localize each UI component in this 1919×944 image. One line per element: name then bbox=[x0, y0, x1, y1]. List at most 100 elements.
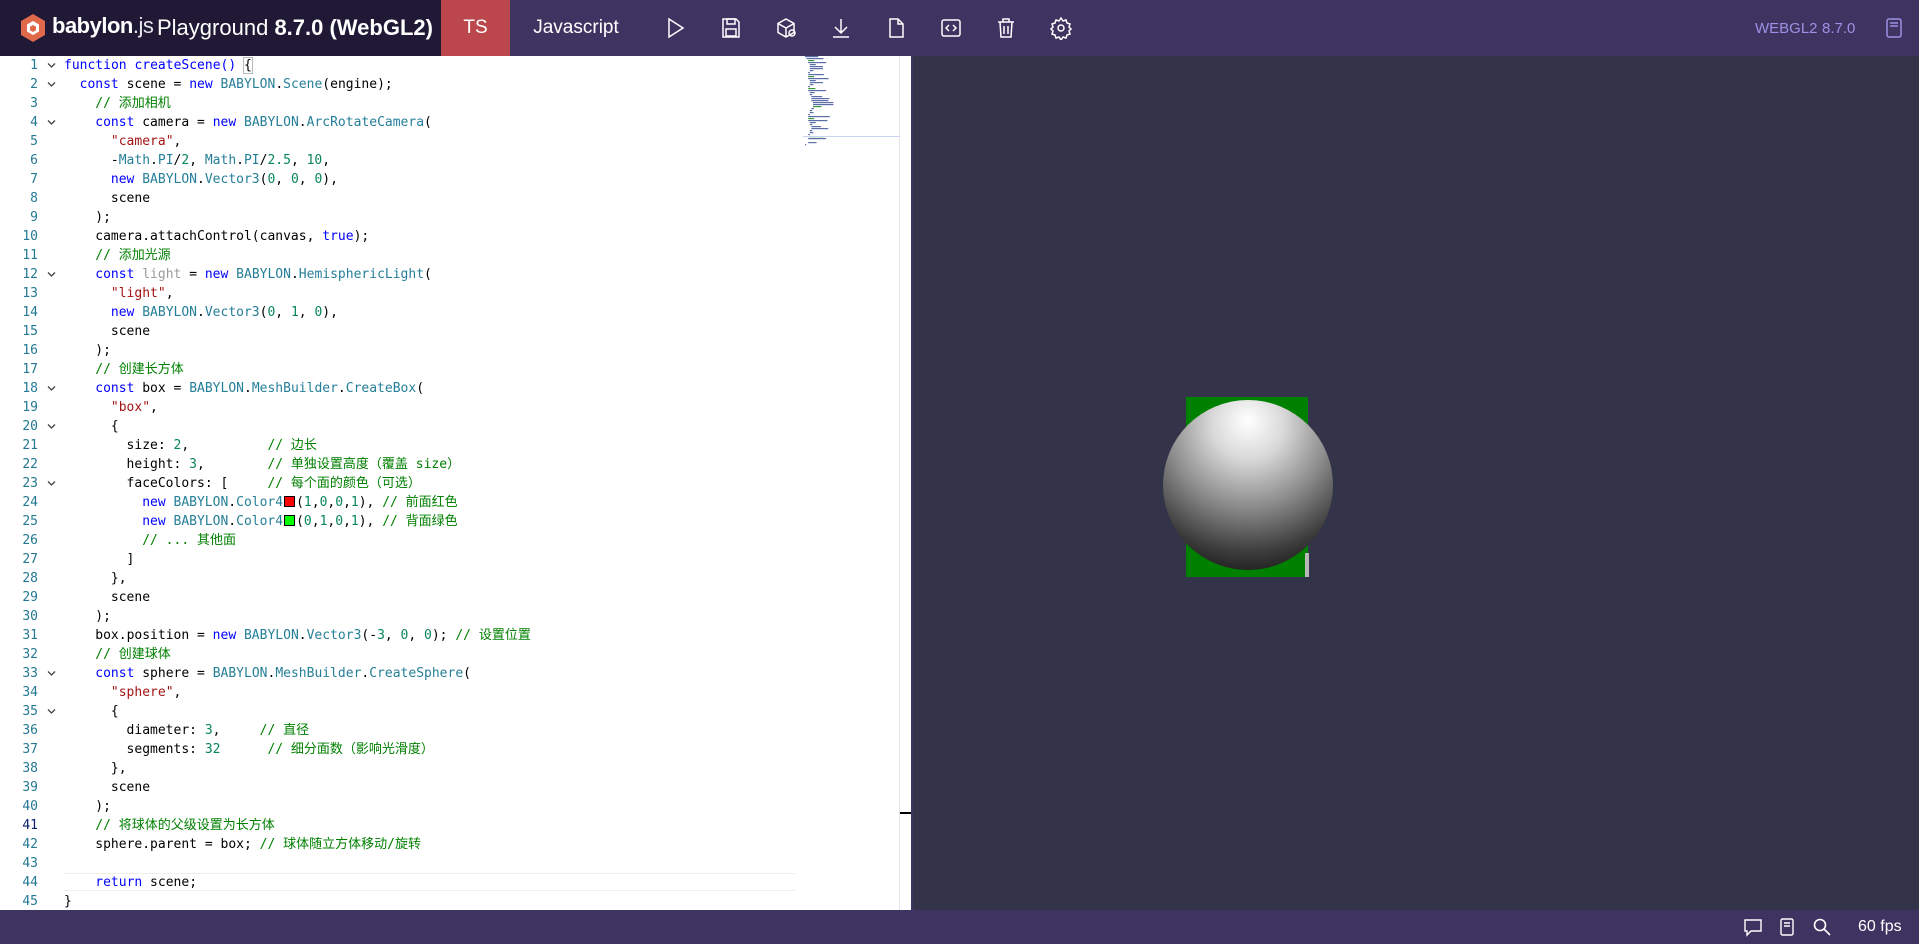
fold-chevron-icon[interactable] bbox=[46, 75, 58, 94]
minimap-line bbox=[809, 130, 813, 132]
fold-chevron-icon[interactable] bbox=[46, 56, 58, 75]
minimap-line bbox=[809, 66, 823, 68]
code-line[interactable]: 12 const light = new BABYLON.HemisphericL… bbox=[0, 265, 800, 284]
minimap-line bbox=[808, 76, 815, 78]
code-line[interactable]: 3 // 添加相机 bbox=[0, 94, 800, 113]
code-line[interactable]: 38}, bbox=[0, 759, 800, 778]
delete-icon[interactable] bbox=[994, 16, 1018, 40]
code-line[interactable]: 42 sphere.parent = box; // 球体随立方体移动/旋转 bbox=[0, 835, 800, 854]
tab-typescript[interactable]: TS bbox=[441, 0, 510, 56]
code-text: const scene = new BABYLON.Scene(engine); bbox=[79, 77, 393, 92]
fold-chevron-icon[interactable] bbox=[46, 474, 58, 493]
code-text: // 将球体的父级设置为长方体 bbox=[95, 818, 275, 833]
fold-chevron-icon[interactable] bbox=[46, 417, 58, 436]
code-line[interactable]: 23 faceColors: [ // 每个面的颜色（可选） bbox=[0, 474, 800, 493]
code-text: "light", bbox=[110, 286, 174, 301]
minimap[interactable] bbox=[803, 56, 900, 146]
code-line[interactable]: 27] bbox=[0, 550, 800, 569]
code-line[interactable]: 10 camera.attachControl(canvas, true); bbox=[0, 227, 800, 246]
code-line[interactable]: 45} bbox=[0, 892, 800, 910]
babylon-logo-icon bbox=[21, 14, 45, 42]
tab-javascript[interactable]: Javascript bbox=[510, 0, 642, 56]
line-number: 38 bbox=[22, 761, 38, 776]
code-line[interactable]: 24 new BABYLON.Color4 (1,0,0,1), // 前面红色 bbox=[0, 493, 800, 512]
line-number: 45 bbox=[22, 894, 38, 909]
minimap-line bbox=[809, 110, 813, 112]
code-line[interactable]: 25 new BABYLON.Color4 (0,1,0,1), // 背面绿色 bbox=[0, 512, 800, 531]
code-line[interactable]: 4 const camera = new BABYLON.ArcRotateCam… bbox=[0, 113, 800, 132]
inspector-icon[interactable] bbox=[774, 16, 798, 40]
color-swatch[interactable] bbox=[284, 496, 296, 507]
fold-chevron-icon[interactable] bbox=[46, 265, 58, 284]
fold-chevron-icon[interactable] bbox=[46, 113, 58, 132]
docs-icon[interactable] bbox=[1882, 16, 1906, 40]
fold-chevron-icon[interactable] bbox=[46, 664, 58, 683]
minimap-line bbox=[808, 142, 817, 144]
code-text: size: 2, // 边长 bbox=[126, 438, 317, 453]
code-line[interactable]: 9); bbox=[0, 208, 800, 227]
minimap-line bbox=[808, 120, 828, 122]
fold-chevron-icon[interactable] bbox=[46, 702, 58, 721]
book-icon[interactable] bbox=[1777, 917, 1797, 937]
code-line[interactable]: 37 segments: 32 // 细分面数（影响光滑度） bbox=[0, 740, 800, 759]
code-line[interactable]: 39 scene bbox=[0, 778, 800, 797]
code-line[interactable]: 35 { bbox=[0, 702, 800, 721]
new-icon[interactable] bbox=[884, 16, 908, 40]
code-text: scene bbox=[110, 191, 151, 206]
code-line[interactable]: 36 diameter: 3, // 直径 bbox=[0, 721, 800, 740]
code-line[interactable]: 44 return scene; bbox=[0, 873, 800, 892]
line-number: 13 bbox=[22, 286, 38, 301]
engine-label: WEBGL2 bbox=[1755, 20, 1818, 37]
code-line[interactable]: 19 "box", bbox=[0, 398, 800, 417]
code-line[interactable]: 22 height: 3, // 单独设置高度（覆盖 size） bbox=[0, 455, 800, 474]
code-line[interactable]: 11 // 添加光源 bbox=[0, 246, 800, 265]
code-line[interactable]: 8 scene bbox=[0, 189, 800, 208]
clear-icon[interactable] bbox=[939, 16, 963, 40]
line-number: 31 bbox=[22, 628, 38, 643]
code-line[interactable]: 7 new BABYLON.Vector3(0, 0, 0), bbox=[0, 170, 800, 189]
code-line[interactable]: 21 size: 2, // 边长 bbox=[0, 436, 800, 455]
code-text: faceColors: [ // 每个面的颜色（可选） bbox=[126, 476, 421, 491]
minimap-line bbox=[811, 126, 821, 128]
search-icon[interactable] bbox=[1812, 917, 1832, 937]
code-editor[interactable]: 1 function createScene() {2 const scene = … bbox=[0, 56, 913, 910]
code-line[interactable]: 26 // ... 其他面 bbox=[0, 531, 800, 550]
code-line[interactable]: 13 "light", bbox=[0, 284, 800, 303]
code-line[interactable]: 30); bbox=[0, 607, 800, 626]
code-text: new BABYLON.Vector3(0, 0, 0), bbox=[110, 172, 338, 187]
code-line[interactable]: 14 new BABYLON.Vector3(0, 1, 0), bbox=[0, 303, 800, 322]
render-canvas[interactable] bbox=[913, 56, 1919, 910]
save-icon[interactable] bbox=[719, 16, 743, 40]
minimap-line bbox=[808, 134, 810, 136]
minimap-line bbox=[811, 96, 823, 98]
code-line[interactable]: 6 -Math.PI/2, Math.PI/2.5, 10, bbox=[0, 151, 800, 170]
code-line[interactable]: 16); bbox=[0, 341, 800, 360]
code-line[interactable]: 2 const scene = new BABYLON.Scene(engine)… bbox=[0, 75, 800, 94]
code-line[interactable]: 28}, bbox=[0, 569, 800, 588]
code-line[interactable]: 18 const box = BABYLON.MeshBuilder.Create… bbox=[0, 379, 800, 398]
settings-icon[interactable] bbox=[1049, 16, 1073, 42]
code-line[interactable]: 33 const sphere = BABYLON.MeshBuilder.Cre… bbox=[0, 664, 800, 683]
code-line[interactable]: 20 { bbox=[0, 417, 800, 436]
code-line[interactable]: 1 function createScene() { bbox=[0, 56, 800, 75]
code-line[interactable]: 17 // 创建长方体 bbox=[0, 360, 800, 379]
minimap-line bbox=[809, 84, 814, 86]
comment-icon[interactable] bbox=[1743, 917, 1763, 937]
color-swatch[interactable] bbox=[284, 515, 296, 526]
code-line[interactable]: 34 "sphere", bbox=[0, 683, 800, 702]
fold-chevron-icon[interactable] bbox=[46, 379, 58, 398]
line-number: 18 bbox=[22, 381, 38, 396]
engine-version: 8.7.0 bbox=[1822, 20, 1856, 37]
code-line[interactable]: 43 bbox=[0, 854, 800, 873]
code-line[interactable]: 5 "camera", bbox=[0, 132, 800, 151]
code-line[interactable]: 29 scene bbox=[0, 588, 800, 607]
code-line[interactable]: 31 box.position = new BABYLON.Vector3(-3,… bbox=[0, 626, 800, 645]
code-line[interactable]: 41 // 将球体的父级设置为长方体 bbox=[0, 816, 800, 835]
code-line[interactable]: 15 scene bbox=[0, 322, 800, 341]
code-line[interactable]: 40); bbox=[0, 797, 800, 816]
code-line[interactable]: 32 // 创建球体 bbox=[0, 645, 800, 664]
run-icon[interactable] bbox=[663, 16, 687, 40]
download-icon[interactable] bbox=[829, 16, 853, 40]
minimap-line bbox=[809, 132, 814, 134]
line-number: 4 bbox=[30, 115, 38, 130]
